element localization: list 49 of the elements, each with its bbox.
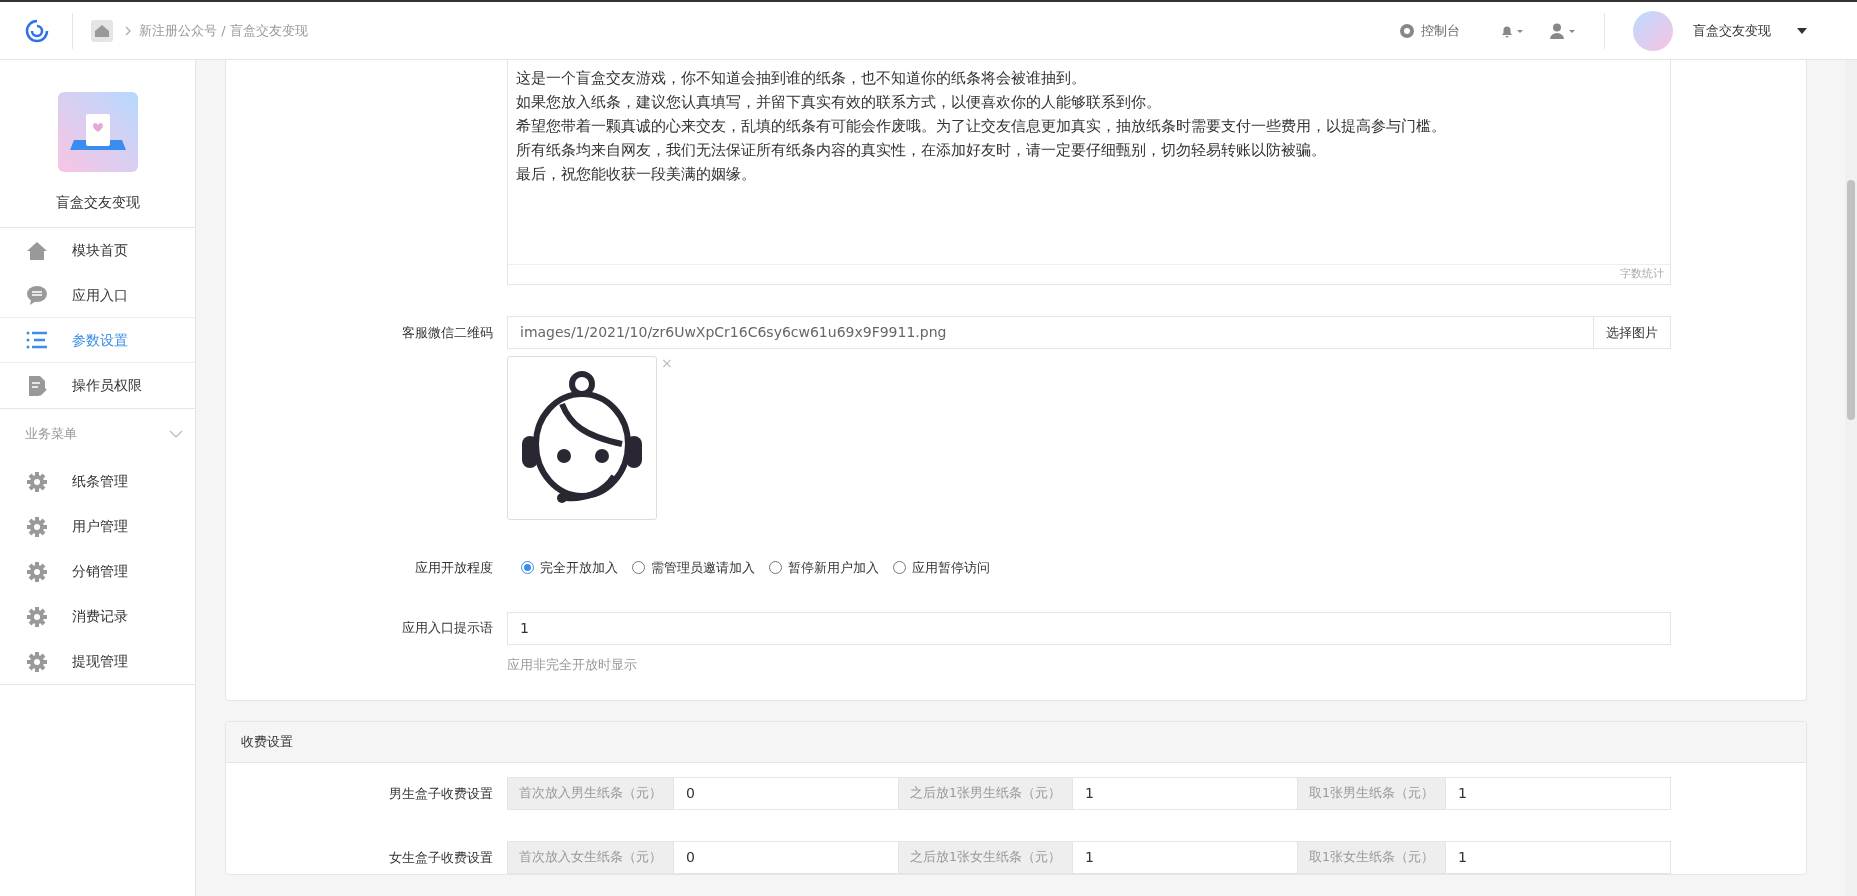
panel-title: 收费设置: [241, 733, 293, 752]
gear-icon: [26, 650, 48, 673]
input-addon: 首次放入男生纸条（元）: [508, 778, 673, 809]
section-title: 业务菜单: [25, 425, 77, 444]
input-addon: 取1张女生纸条（元）: [1297, 842, 1445, 873]
field-label: 客服微信二维码: [401, 323, 494, 342]
document-edit-icon: [26, 374, 48, 397]
field-label: 女生盒子收费设置: [388, 848, 494, 867]
scrollbar[interactable]: [1845, 60, 1857, 896]
caret-icon[interactable]: [1797, 27, 1807, 34]
console-link[interactable]: 控制台: [1421, 20, 1460, 41]
radio-label[interactable]: 应用暂停访问: [912, 558, 990, 578]
intro-text-line: 最后，祝您能收获一段美满的姻缘。: [516, 165, 756, 184]
radio-label[interactable]: 需管理员邀请加入: [651, 558, 755, 578]
price-input-field[interactable]: 1: [1444, 842, 1670, 873]
dashboard-icon[interactable]: [1399, 22, 1415, 39]
word-count: 字数统计: [1620, 266, 1664, 283]
input-addon: 首次放入女生纸条（元）: [508, 842, 673, 873]
app-name: 盲盒交友变现: [55, 193, 140, 212]
intro-textarea[interactable]: [507, 60, 1671, 285]
chevron-icon[interactable]: [169, 430, 183, 438]
user-icon[interactable]: [1550, 22, 1576, 39]
input-addon: 之后放1张女生纸条（元）: [898, 842, 1072, 873]
home-icon: [26, 239, 48, 262]
intro-text-line: 所有纸条均来自网友，我们无法保证所有纸条内容的真实性，在添加好友时，请一定要仔细甄别，切勿轻易转账以防被骗。: [516, 141, 1326, 160]
logo-icon[interactable]: [24, 17, 50, 44]
field-label: 男生盒子收费设置: [388, 784, 494, 803]
gear-icon: [26, 515, 48, 538]
intro-text-line: 这是一个盲盒交友游戏，你不知道会抽到谁的纸条，也不知道你的纸条将会被谁抽到。: [516, 69, 1086, 88]
radio-label[interactable]: 完全开放加入: [540, 558, 618, 578]
home-icon[interactable]: [91, 19, 113, 42]
field-label: 应用入口提示语: [401, 619, 494, 638]
intro-text-line: 希望您带着一颗真诚的心来交友，乱填的纸条有可能会作废哦。为了让交友信息更加真实，抽放纸条时需要支付一些费用，以提高参与门槛。: [516, 117, 1446, 136]
chat-bubble-icon: [26, 284, 48, 306]
help-text: 应用非完全开放时显示: [507, 655, 637, 674]
image-path-field[interactable]: images/1/2021/10/zr6UwXpCr16C6sy6cw61u69x9F9911.png 选择图片: [507, 316, 1671, 349]
field-label: 应用开放程度: [414, 559, 494, 577]
price-input-field[interactable]: 1: [1444, 778, 1670, 809]
input-addon: 取1张男生纸条（元）: [1297, 778, 1445, 809]
list-icon: [26, 329, 48, 351]
radio-label[interactable]: 暂停新用户加入: [788, 558, 879, 578]
gear-icon: [26, 605, 48, 628]
intro-text-line: 如果您放入纸条，建议您认真填写，并留下真实有效的联系方式，以便喜欢你的人能够联系到你。: [516, 93, 1161, 112]
gear-icon: [26, 470, 48, 493]
gear-icon: [26, 560, 48, 583]
user-name[interactable]: 盲盒交友变现: [1693, 20, 1771, 41]
hint-input-field[interactable]: 1: [507, 611, 1671, 645]
chevron-right-icon: [125, 25, 131, 36]
input-addon: 之后放1张男生纸条（元）: [898, 778, 1072, 809]
